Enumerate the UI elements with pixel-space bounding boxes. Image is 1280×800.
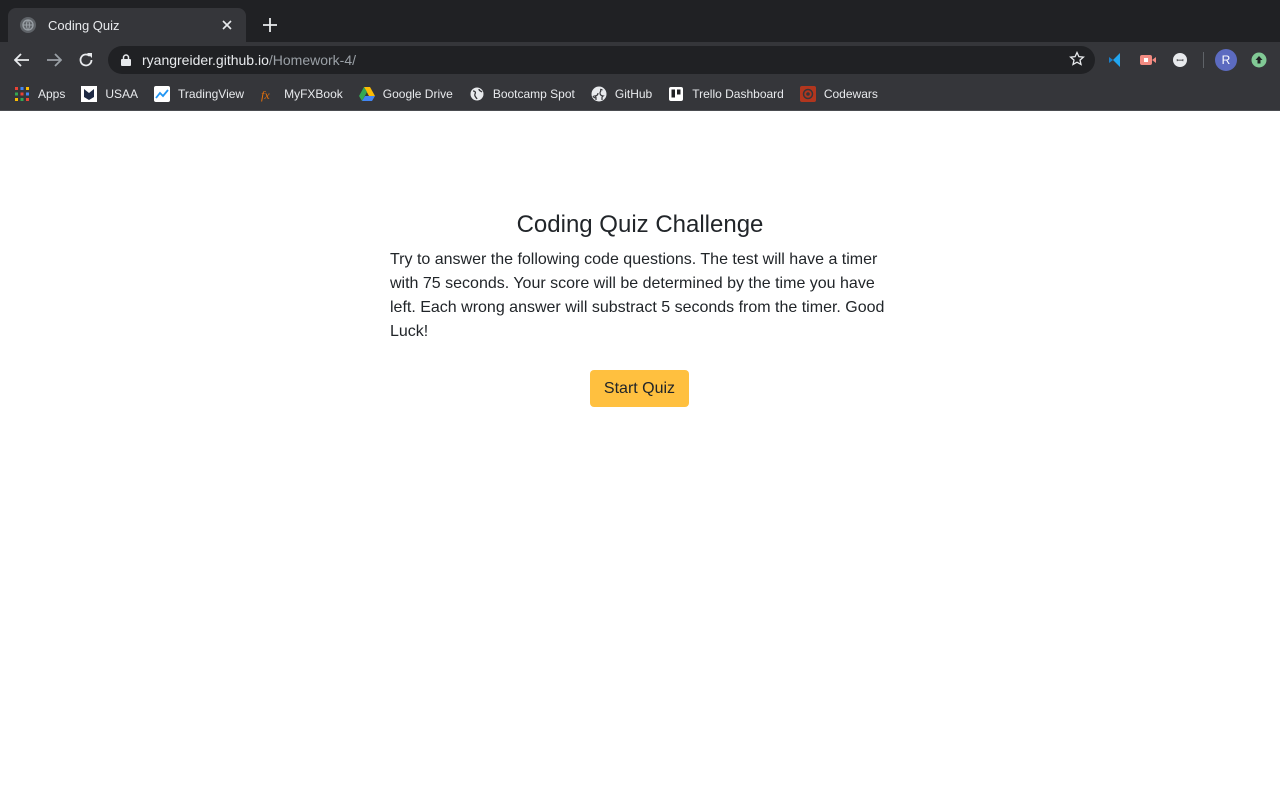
update-icon[interactable] xyxy=(1249,50,1269,70)
bookmark-apps[interactable]: Apps xyxy=(14,86,65,102)
forward-button[interactable] xyxy=(42,48,66,72)
quiz-description: Try to answer the following code questio… xyxy=(390,251,885,340)
google-drive-icon xyxy=(358,86,375,102)
video-extension-icon[interactable] xyxy=(1138,50,1158,70)
bookmark-tradingview[interactable]: TradingView xyxy=(154,86,244,102)
bookmark-bootcamp-spot[interactable]: Bootcamp Spot xyxy=(469,86,575,102)
bookmark-github[interactable]: GitHub xyxy=(591,86,652,102)
svg-text:ꟷ: ꟷ xyxy=(1176,56,1183,66)
page-title: Coding Quiz Challenge xyxy=(516,211,764,238)
toolbar-divider xyxy=(1203,52,1204,68)
bookmark-usaa[interactable]: USAA xyxy=(81,86,138,102)
bookmark-codewars[interactable]: Codewars xyxy=(799,86,878,102)
bookmark-google-drive[interactable]: Google Drive xyxy=(358,86,453,102)
bookmark-label: TradingView xyxy=(178,87,245,101)
toolbar: ryangreider.github.io/Homework-4/ ꟷ R xyxy=(0,42,1280,78)
codewars-icon xyxy=(799,86,816,102)
profile-avatar[interactable]: R xyxy=(1215,49,1237,71)
usaa-icon xyxy=(81,86,98,102)
apps-grid-icon xyxy=(14,86,30,102)
globe-icon xyxy=(20,17,36,33)
bookmark-trello-dashboard[interactable]: Trello Dashboard xyxy=(668,86,784,102)
globe-icon xyxy=(469,86,485,102)
bookmarks-bar: Apps USAA TradingView fx MyFXBook Google… xyxy=(0,78,1280,111)
bookmark-label: Google Drive xyxy=(382,87,453,101)
svg-text:fx: fx xyxy=(261,88,270,102)
lock-icon xyxy=(120,53,132,67)
page-content: Coding Quiz Challenge Try to answer the … xyxy=(0,111,1280,800)
bookmark-label: GitHub xyxy=(614,87,653,101)
star-icon[interactable] xyxy=(1069,50,1087,69)
tradingview-icon xyxy=(154,86,171,102)
close-icon[interactable] xyxy=(218,16,236,34)
back-button[interactable] xyxy=(10,48,34,72)
new-tab-button[interactable] xyxy=(258,13,282,37)
browser-tab[interactable]: Coding Quiz xyxy=(8,8,246,42)
url-path: /Homework-4/ xyxy=(268,52,357,68)
bookmark-label: MyFXBook xyxy=(284,87,343,101)
vscode-extension-icon[interactable] xyxy=(1106,50,1126,70)
github-icon xyxy=(591,86,607,102)
address-bar[interactable]: ryangreider.github.io/Homework-4/ xyxy=(108,46,1095,74)
tab-strip: Coding Quiz xyxy=(0,0,1280,42)
trello-icon xyxy=(668,86,684,102)
start-quiz-button[interactable]: Start Quiz xyxy=(590,370,689,407)
bookmark-label: Codewars xyxy=(823,87,878,101)
myfxbook-icon: fx xyxy=(260,86,276,102)
reload-button[interactable] xyxy=(74,48,98,72)
url-host: ryangreider.github.io xyxy=(142,52,269,68)
bookmark-myfxbook[interactable]: fx MyFXBook xyxy=(260,86,343,102)
tab-title: Coding Quiz xyxy=(48,17,120,33)
bookmark-label: Apps xyxy=(38,87,66,101)
bookmark-label: USAA xyxy=(105,87,139,101)
browser-chrome: Coding Quiz ryangreider.github.io/Homewo… xyxy=(0,0,1280,111)
bookmark-label: Trello Dashboard xyxy=(692,87,784,101)
bookmark-label: Bootcamp Spot xyxy=(492,87,575,101)
extension-icon[interactable]: ꟷ xyxy=(1170,50,1190,70)
